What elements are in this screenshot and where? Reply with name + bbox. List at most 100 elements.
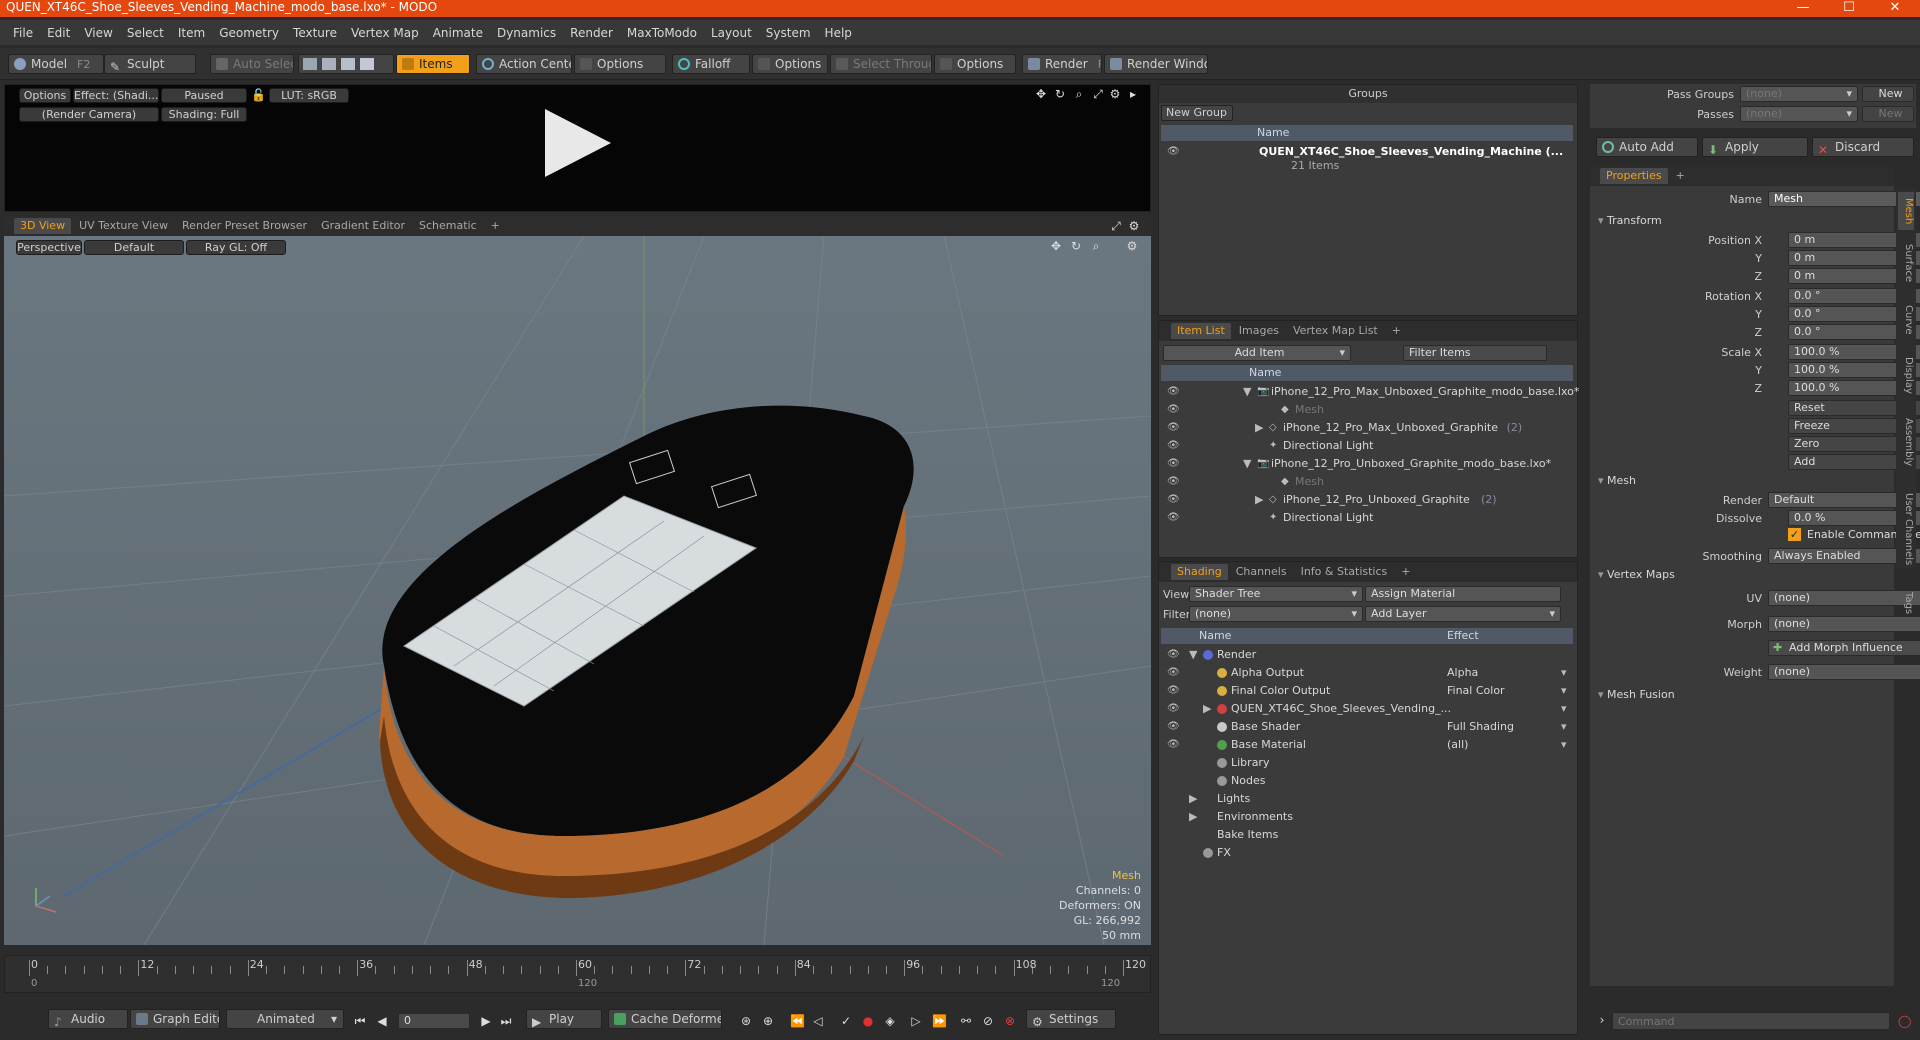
menu-help[interactable]: Help <box>818 26 859 40</box>
new-pass-button[interactable]: New <box>1862 106 1914 122</box>
lut-dropdown[interactable]: LUT: sRGB <box>269 88 349 103</box>
eye-icon[interactable]: 👁 <box>1167 513 1180 523</box>
render-camera-dropdown[interactable]: (Render Camera) <box>19 107 159 122</box>
next-frame-icon[interactable]: ▶ <box>480 1015 492 1027</box>
zoom-icon[interactable]: ⌕ <box>1090 240 1102 252</box>
tab-gradient-editor[interactable]: Gradient Editor <box>315 218 411 234</box>
perspective-dropdown[interactable]: Perspective <box>16 240 82 255</box>
tab-item-list[interactable]: Item List <box>1171 323 1231 339</box>
prev-key-icon[interactable]: ⏪ <box>790 1015 805 1027</box>
shader-tree-row[interactable]: Nodes <box>1159 772 1577 790</box>
expand-arrow-icon[interactable]: ▼ <box>1243 383 1251 401</box>
raygl-dropdown[interactable]: Ray GL: Off <box>186 240 286 255</box>
play-icon[interactable] <box>545 109 611 177</box>
action-center-button[interactable]: Action Center <box>476 54 572 74</box>
edges-icon[interactable] <box>322 58 336 70</box>
last-frame-icon[interactable]: ⏭ <box>500 1015 512 1027</box>
weight-dropdown[interactable]: (none) <box>1768 664 1920 680</box>
tab-images[interactable]: Images <box>1233 323 1285 339</box>
eye-icon[interactable]: 👁 <box>1167 441 1180 451</box>
eye-icon[interactable]: 👁 <box>1167 459 1180 469</box>
eye-icon[interactable]: 👁 <box>1167 668 1180 678</box>
frame-input[interactable]: 0 <box>398 1013 470 1029</box>
eye-icon[interactable]: 👁 <box>1167 147 1180 157</box>
play-button[interactable]: ▶ Play <box>526 1009 602 1029</box>
first-frame-icon[interactable]: ⏮ <box>354 1015 366 1027</box>
render-window-button[interactable]: Render Window <box>1104 54 1208 74</box>
animated-dropdown[interactable]: Animated ▾ <box>226 1009 344 1029</box>
new-pass-group-button[interactable]: New <box>1862 86 1914 102</box>
next-key2-icon[interactable]: ⏩ <box>932 1015 947 1027</box>
link-icon[interactable]: ⚯ <box>960 1015 972 1027</box>
apply-button[interactable]: ⬇ Apply <box>1702 137 1808 157</box>
action-options-button[interactable]: Options <box>574 54 666 74</box>
side-tab-curve[interactable]: Curve <box>1898 297 1914 342</box>
menu-select[interactable]: Select <box>120 26 171 40</box>
shader-tree-row[interactable]: 👁 Alpha Output Alpha ▾ <box>1159 664 1577 682</box>
menu-vertex-map[interactable]: Vertex Map <box>344 26 426 40</box>
chevron-down-icon[interactable]: ▾ <box>1561 682 1567 700</box>
selection-mode-group[interactable] <box>298 54 394 74</box>
vertices-icon[interactable] <box>303 58 317 70</box>
item-list-row[interactable]: 👁 ◆ Mesh <box>1159 401 1577 419</box>
move-icon[interactable]: ✥ <box>1035 88 1047 100</box>
shader-tree-row[interactable]: 👁 ▼ Render <box>1159 646 1577 664</box>
shader-tree-row[interactable]: 👁 Base Material (all) ▾ <box>1159 736 1577 754</box>
shader-tree-row[interactable]: 👁 Final Color Output Final Color ▾ <box>1159 682 1577 700</box>
tab-vertex-map-list[interactable]: Vertex Map List <box>1287 323 1384 339</box>
expand-arrow-icon[interactable]: ▼ <box>1189 646 1197 664</box>
maximize-icon[interactable]: ☐ <box>1826 0 1872 17</box>
falloff-button[interactable]: Falloff <box>672 54 750 74</box>
chevron-down-icon[interactable]: ▾ <box>1561 700 1567 718</box>
maximize-icon[interactable]: ⤢ <box>1110 220 1122 232</box>
record-key-icon[interactable]: ⊗ <box>1004 1015 1016 1027</box>
side-tab-display[interactable]: Display <box>1898 346 1914 405</box>
menu-dynamics[interactable]: Dynamics <box>490 26 563 40</box>
close-icon[interactable]: ✕ <box>1872 0 1918 17</box>
menu-item[interactable]: Item <box>171 26 212 40</box>
expand-arrow-icon[interactable]: ▶ <box>1189 808 1197 826</box>
model-button[interactable]: Model F2 <box>8 54 104 74</box>
zoom-icon[interactable]: ⌕ <box>1073 88 1085 100</box>
mesh-fusion-section[interactable]: ▾ Mesh Fusion <box>1598 688 1675 701</box>
menu-texture[interactable]: Texture <box>286 26 344 40</box>
menu-animate[interactable]: Animate <box>426 26 490 40</box>
graph-editor-button[interactable]: Graph Editor <box>130 1009 220 1029</box>
eye-icon[interactable]: 👁 <box>1167 704 1180 714</box>
add-tab-button[interactable]: + <box>1386 323 1407 339</box>
gear-icon[interactable]: ⚙ <box>1126 240 1138 252</box>
menu-geometry[interactable]: Geometry <box>212 26 286 40</box>
rotate-icon[interactable]: ↻ <box>1070 240 1082 252</box>
eye-icon[interactable]: 👁 <box>1167 495 1180 505</box>
add-tab-button[interactable]: + <box>1670 168 1691 184</box>
chevron-down-icon[interactable]: ▾ <box>1561 736 1567 754</box>
expand-arrow-icon[interactable]: ▶ <box>1255 491 1263 509</box>
group-row[interactable]: 👁 QUEN_XT46C_Shoe_Sleeves_Vending_Machin… <box>1159 143 1577 173</box>
auto-key-icon[interactable]: ⊕ <box>762 1015 774 1027</box>
auto-select-button[interactable]: Auto Select <box>210 54 294 74</box>
transform-section[interactable]: ▾ Transform <box>1598 214 1662 227</box>
tab-shading[interactable]: Shading <box>1171 564 1228 580</box>
new-group-button[interactable]: New Group <box>1161 105 1233 121</box>
shader-tree-row[interactable]: FX <box>1159 844 1577 862</box>
expand-arrow-icon[interactable]: ▶ <box>1203 700 1211 718</box>
eye-icon[interactable]: 👁 <box>1167 650 1180 660</box>
add-tab-button[interactable]: + <box>485 218 506 234</box>
expand-arrow-icon[interactable]: ▼ <box>1243 455 1251 473</box>
cache-deformers-button[interactable]: Cache Deformers <box>608 1009 722 1029</box>
chevron-down-icon[interactable]: ▾ <box>1561 664 1567 682</box>
maximize-icon[interactable]: ⤢ <box>1092 88 1104 100</box>
shader-tree-row[interactable]: 👁 ▶ QUEN_XT46C_Shoe_Sleeves_Vending_... ▾ <box>1159 700 1577 718</box>
tab-channels[interactable]: Channels <box>1230 564 1293 580</box>
timeline[interactable]: 0 12 24 36 48 60 72 84 96 108 120 0 120 120 <box>4 955 1151 993</box>
add-morph-influence-button[interactable]: ✚ Add Morph Influence <box>1768 640 1920 656</box>
menu-maxtomodo[interactable]: MaxToModo <box>620 26 704 40</box>
sculpt-button[interactable]: ✎ Sculpt <box>104 54 196 74</box>
polygons-icon[interactable] <box>341 58 355 70</box>
tab-properties[interactable]: Properties <box>1600 168 1668 184</box>
passes-dropdown[interactable]: (none) <box>1740 106 1858 122</box>
minimize-icon[interactable]: — <box>1780 0 1826 17</box>
eye-icon[interactable]: 👁 <box>1167 740 1180 750</box>
unlink-icon[interactable]: ⊘ <box>982 1015 994 1027</box>
move-icon[interactable]: ✥ <box>1050 240 1062 252</box>
